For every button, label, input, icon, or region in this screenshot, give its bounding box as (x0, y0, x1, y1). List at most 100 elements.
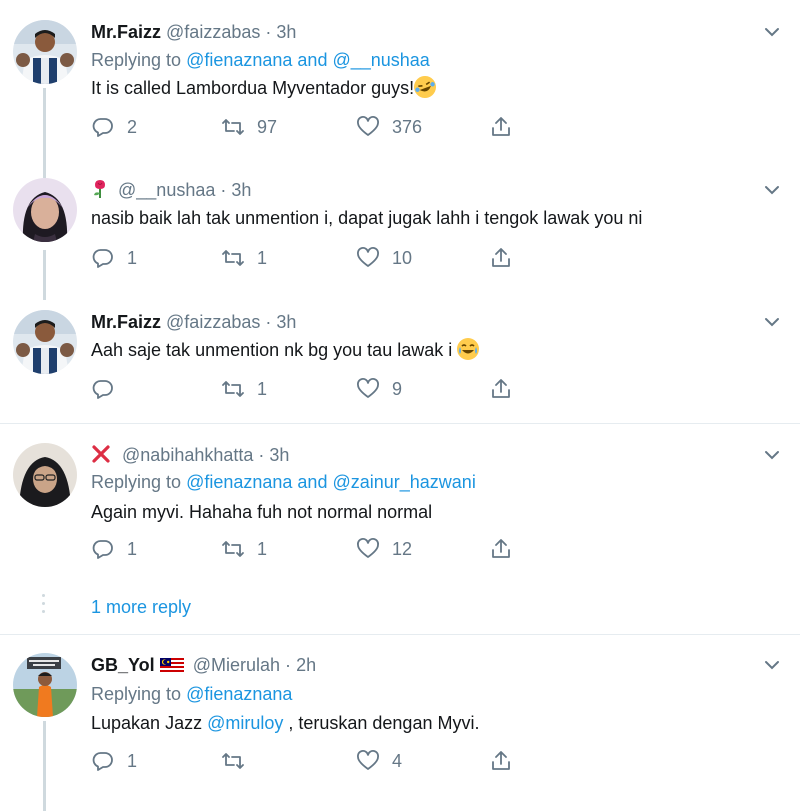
reply-joiner: and (292, 472, 333, 492)
chevron-down-icon[interactable] (762, 655, 782, 675)
rose-icon (91, 179, 109, 199)
timestamp[interactable]: 3h (276, 22, 296, 42)
avatar[interactable] (13, 310, 77, 374)
replying-to: Replying to @fienaznana (91, 682, 760, 706)
share-button[interactable] (489, 748, 513, 774)
reply-button[interactable]: 1 (91, 536, 137, 562)
share-icon (492, 248, 510, 267)
tweet-3[interactable]: Mr.Faizz @faizzabas · 3h Aah saje tak un… (0, 293, 800, 423)
user-handle[interactable]: @__nushaa (118, 180, 215, 200)
mention-link[interactable]: @miruloy (207, 713, 283, 733)
chevron-down-icon[interactable] (762, 180, 782, 200)
like-count: 4 (392, 750, 403, 771)
tweet-text-body: It is called Lambordua Myventador guys! (91, 78, 415, 98)
retweet-button[interactable]: 97 (221, 114, 277, 140)
display-name[interactable]: Mr.Faizz (91, 22, 161, 42)
retweet-button[interactable]: 1 (221, 376, 267, 402)
user-handle[interactable]: @faizzabas (166, 22, 260, 42)
avatar[interactable] (13, 443, 77, 507)
share-icon (492, 379, 510, 398)
retweet-count: 1 (257, 538, 268, 559)
avatar[interactable] (13, 653, 77, 717)
user-handle[interactable]: @faizzabas (166, 312, 260, 332)
mention-link[interactable]: @fienaznana (186, 684, 292, 704)
mention-link[interactable]: @fienaznana (186, 472, 292, 492)
thread-line (43, 162, 46, 178)
reply-icon (92, 249, 113, 268)
reply-button[interactable]: 1 (91, 245, 137, 271)
retweet-count: 97 (257, 116, 278, 137)
separator-dot: · (285, 655, 292, 675)
user-handle[interactable]: @Mierulah (193, 655, 280, 675)
tweet-text-body: , teruskan dengan Myvi. (283, 713, 480, 733)
tweet-4[interactable]: @nabihahkhatta · 3h Replying to @fienazn… (0, 424, 800, 594)
more-replies-link[interactable]: 1 more reply (91, 597, 191, 618)
chevron-down-icon[interactable] (762, 445, 782, 465)
avatar[interactable] (13, 178, 77, 242)
tweet-text: Lupakan Jazz @miruloy , teruskan dengan … (91, 711, 760, 735)
user-handle[interactable]: @nabihahkhatta (122, 445, 253, 465)
reply-count: 1 (127, 750, 138, 771)
mention-link[interactable]: @__nushaa (332, 50, 429, 70)
retweet-count: 1 (257, 247, 268, 268)
reply-count: 1 (127, 247, 138, 268)
share-button[interactable] (489, 536, 513, 562)
reply-icon (92, 118, 113, 137)
share-button[interactable] (489, 114, 513, 140)
display-name[interactable]: Mr.Faizz (91, 312, 161, 332)
heart-icon (357, 750, 379, 770)
retweet-button[interactable]: 1 (221, 245, 267, 271)
tweet-header: @nabihahkhatta · 3h (91, 443, 760, 467)
reply-button[interactable] (91, 376, 127, 402)
tweet-text: It is called Lambordua Myventador guys! (91, 72, 760, 102)
replying-to-label: Replying to (91, 472, 187, 492)
tweet-1[interactable]: Mr.Faizz @faizzabas · 3h Replying to @fi… (0, 0, 800, 170)
mention-link[interactable]: @zainur_hazwani (332, 472, 475, 492)
timestamp[interactable]: 3h (276, 312, 296, 332)
share-button[interactable] (489, 245, 513, 271)
reply-icon (92, 540, 113, 559)
tweet-text: Again myvi. Hahaha fuh not normal normal (91, 502, 433, 522)
retweet-count: 1 (257, 378, 268, 399)
retweet-button[interactable]: 1 (221, 536, 267, 562)
reply-button[interactable]: 2 (91, 114, 137, 140)
avatar[interactable] (13, 20, 77, 84)
chevron-down-icon[interactable] (762, 312, 782, 332)
chevron-down-icon[interactable] (762, 22, 782, 42)
retweet-button[interactable] (221, 748, 257, 774)
reply-count: 1 (127, 538, 138, 559)
replying-to-label: Replying to (91, 684, 187, 704)
separator-dot: · (258, 445, 265, 465)
like-button[interactable]: 10 (356, 245, 412, 271)
tweet-text: Aah saje tak unmention nk bg you tau law… (91, 338, 760, 362)
tweet-header: Mr.Faizz @faizzabas · 3h (91, 20, 760, 44)
thread-line (43, 721, 46, 811)
share-button[interactable] (489, 376, 513, 402)
tears-of-joy-emoji (457, 338, 480, 360)
tweet-text: nasib baik lah tak unmention i, dapat ju… (91, 208, 643, 228)
display-name[interactable]: GB_Yol (91, 655, 155, 675)
thread-line (43, 88, 46, 170)
tweet-actions: 2 97 376 (91, 114, 511, 140)
separator-dot: · (265, 22, 272, 42)
tweet-text-body: Aah saje tak unmention nk bg you tau law… (91, 340, 453, 360)
like-count: 10 (392, 247, 413, 268)
like-button[interactable]: 376 (356, 114, 422, 140)
retweet-icon (222, 753, 244, 769)
replying-to: Replying to @fienaznana and @zainur_hazw… (91, 470, 760, 494)
tweet-header: GB_Yol @Mierulah · 2h (91, 653, 760, 677)
mention-link[interactable]: @fienaznana (186, 50, 292, 70)
reply-count: 2 (127, 116, 138, 137)
reply-button[interactable]: 1 (91, 748, 137, 774)
timestamp[interactable]: 3h (231, 180, 251, 200)
tweet-5[interactable]: GB_Yol @Mierulah · 2h Replying to @fiena… (0, 635, 800, 811)
tweet-header: @__nushaa · 3h (91, 178, 760, 202)
like-count: 376 (392, 116, 423, 137)
like-button[interactable]: 12 (356, 536, 412, 562)
tweet-header: Mr.Faizz @faizzabas · 3h (91, 310, 760, 334)
timestamp[interactable]: 2h (296, 655, 316, 675)
like-button[interactable]: 9 (356, 376, 402, 402)
timestamp[interactable]: 3h (269, 445, 289, 465)
like-button[interactable]: 4 (356, 748, 402, 774)
tweet-2[interactable]: @__nushaa · 3h nasib baik lah tak unment… (0, 162, 800, 300)
